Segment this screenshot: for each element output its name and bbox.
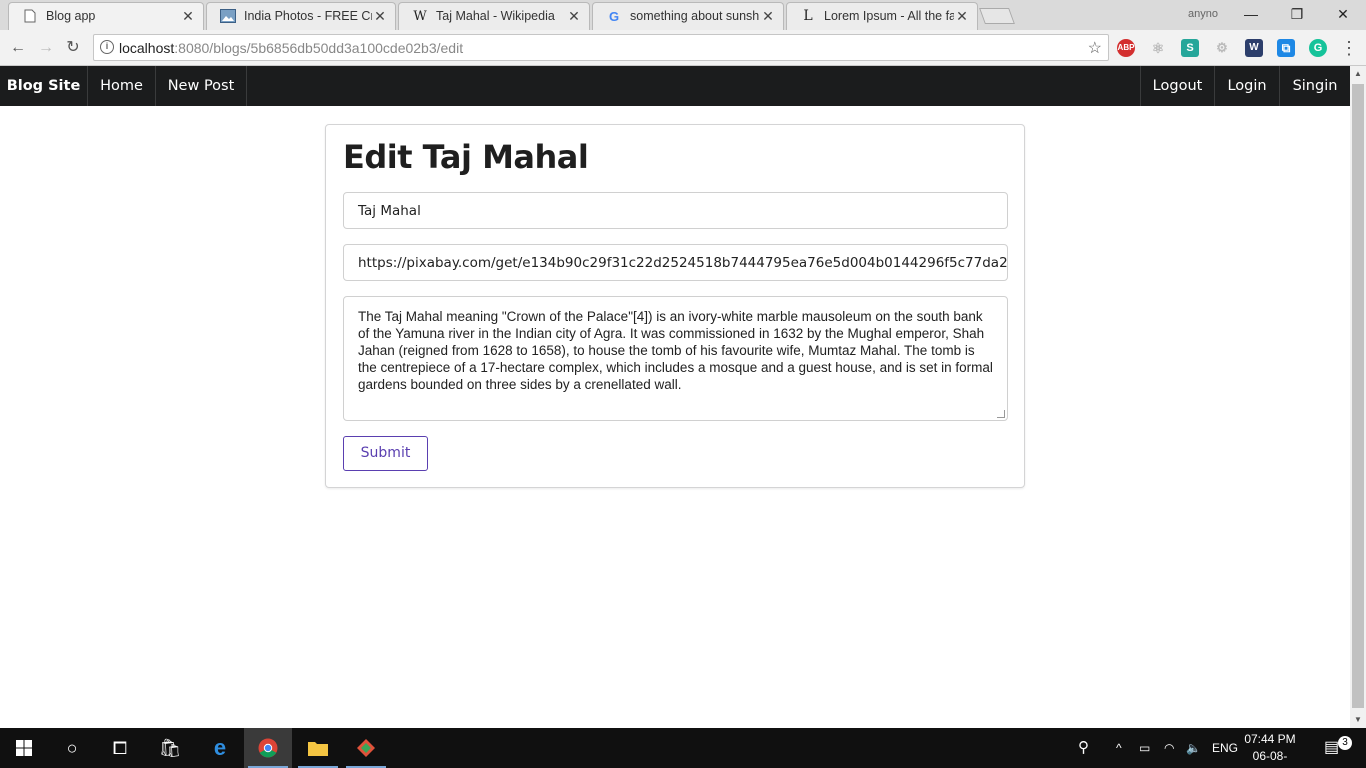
clock-date: 06-08-2018	[1252, 749, 1288, 768]
body-textarea[interactable]: The Taj Mahal meaning "Crown of the Pala…	[343, 296, 1008, 421]
volume-icon[interactable]: 🔈	[1186, 728, 1201, 768]
tab-india-photos[interactable]: India Photos - FREE Creat ✕	[206, 2, 396, 30]
page-title: Edit Taj Mahal	[343, 138, 589, 176]
search-icon[interactable]: ○	[48, 728, 96, 768]
app-icon[interactable]	[342, 728, 390, 768]
body-text: The Taj Mahal meaning "Crown of the Pala…	[358, 309, 993, 392]
edit-post-card: Edit Taj Mahal Taj Mahal https://pixabay…	[325, 124, 1025, 488]
nav-home[interactable]: Home	[88, 66, 155, 106]
tab-title: Taj Mahal - Wikipedia	[436, 9, 555, 23]
tab-title: India Photos - FREE Creat	[244, 9, 372, 23]
nav-brand[interactable]: Blog Site	[0, 66, 87, 106]
title-input[interactable]: Taj Mahal	[343, 192, 1008, 229]
menu-dots-icon[interactable]: ⋮	[1339, 38, 1359, 58]
new-tab-button[interactable]	[979, 8, 1015, 24]
tab-title: something about sunshin	[630, 9, 760, 23]
chrome-icon[interactable]	[244, 728, 292, 768]
clock-time: 07:44 PM	[1244, 732, 1296, 746]
notification-count-badge: 3	[1338, 736, 1352, 750]
close-tab-icon[interactable]: ✕	[566, 8, 582, 25]
submit-button[interactable]: Submit	[343, 436, 428, 471]
address-url[interactable]: localhost:8080/blogs/5b6856db50dd3a100cd…	[119, 40, 463, 56]
store-icon[interactable]: 🛍	[146, 728, 194, 768]
w-extension-icon[interactable]: W	[1245, 39, 1263, 57]
restore-icon[interactable]: ❐	[1274, 3, 1320, 25]
scroll-down-icon[interactable]: ▼	[1350, 712, 1366, 728]
scroll-up-icon[interactable]: ▲	[1350, 66, 1366, 82]
close-tab-icon[interactable]: ✕	[954, 8, 970, 25]
site-navbar: Blog Site Home New Post Logout Login Sin…	[0, 66, 1350, 106]
screenshot-extension-icon[interactable]: ⧉	[1277, 39, 1295, 57]
edge-icon[interactable]: e	[196, 728, 244, 768]
nav-login[interactable]: Login	[1215, 66, 1279, 106]
bookmark-star-icon[interactable]: ☆	[1088, 38, 1102, 58]
grammarly-icon[interactable]: G	[1309, 39, 1327, 57]
language-indicator[interactable]: ENG	[1212, 728, 1238, 768]
minimize-icon[interactable]: —	[1228, 3, 1274, 25]
close-tab-icon[interactable]: ✕	[180, 8, 196, 25]
tab-title: Lorem Ipsum - All the fac	[824, 9, 954, 23]
clock[interactable]: 07:44 PM 06-08-2018	[1240, 731, 1300, 768]
scroll-thumb[interactable]	[1352, 84, 1364, 708]
react-devtools-icon[interactable]: ⚛	[1149, 39, 1167, 57]
adblock-plus-icon[interactable]: ABP	[1117, 39, 1135, 57]
tab-blog-app[interactable]: Blog app ✕	[8, 2, 204, 30]
tab-title: Blog app	[46, 9, 96, 23]
profile-name[interactable]: anyno	[1188, 8, 1218, 20]
resize-handle-icon[interactable]	[997, 410, 1005, 418]
browser-toolbar: ← → ↻ i localhost:8080/blogs/5b6856db50d…	[0, 30, 1366, 66]
task-view-icon[interactable]: ⧠	[96, 728, 144, 768]
windows-taskbar: ○ ⧠ 🛍 e ⚲ ^ ▭ ◠ 🔈 ENG 07:44 PM 06-08-201…	[0, 728, 1366, 768]
s-extension-icon[interactable]: S	[1181, 39, 1199, 57]
close-window-icon[interactable]: ✕	[1320, 3, 1366, 25]
address-bar[interactable]: i localhost:8080/blogs/5b6856db50dd3a100…	[93, 34, 1109, 61]
google-icon: G	[608, 8, 620, 24]
wikipedia-icon: W	[413, 8, 427, 24]
browser-tab-strip: Blog app ✕ India Photos - FREE Creat ✕ W…	[0, 0, 1366, 30]
close-tab-icon[interactable]: ✕	[760, 8, 776, 25]
image-icon	[220, 8, 236, 24]
nav-logout[interactable]: Logout	[1141, 66, 1214, 106]
document-icon	[22, 8, 38, 24]
close-tab-icon[interactable]: ✕	[372, 8, 388, 25]
notifications-icon[interactable]: ▤	[1324, 728, 1339, 768]
people-icon[interactable]: ⚲	[1078, 728, 1089, 768]
tab-google-search[interactable]: G something about sunshin ✕	[592, 2, 784, 30]
info-icon[interactable]: i	[100, 40, 114, 54]
nav-signin[interactable]: Singin	[1280, 66, 1350, 106]
forward-icon[interactable]: →	[36, 38, 56, 58]
nav-new-post[interactable]: New Post	[156, 66, 246, 106]
lorem-icon: L	[803, 8, 813, 24]
wifi-icon[interactable]: ◠	[1164, 728, 1174, 768]
chevron-up-icon[interactable]: ^	[1116, 728, 1122, 768]
image-url-input[interactable]: https://pixabay.com/get/e134b90c29f31c22…	[343, 244, 1008, 281]
windows-start-icon[interactable]	[0, 728, 48, 768]
reload-icon[interactable]: ↻	[63, 38, 83, 58]
tab-lorem-ipsum[interactable]: L Lorem Ipsum - All the fac ✕	[786, 2, 978, 30]
back-icon[interactable]: ←	[8, 38, 28, 58]
file-explorer-icon[interactable]	[294, 728, 342, 768]
tab-taj-mahal-wikipedia[interactable]: W Taj Mahal - Wikipedia ✕	[398, 2, 590, 30]
gear-extension-icon[interactable]: ⚙	[1213, 39, 1231, 57]
page-scrollbar[interactable]: ▲ ▼	[1350, 66, 1366, 728]
battery-icon[interactable]: ▭	[1139, 728, 1150, 768]
